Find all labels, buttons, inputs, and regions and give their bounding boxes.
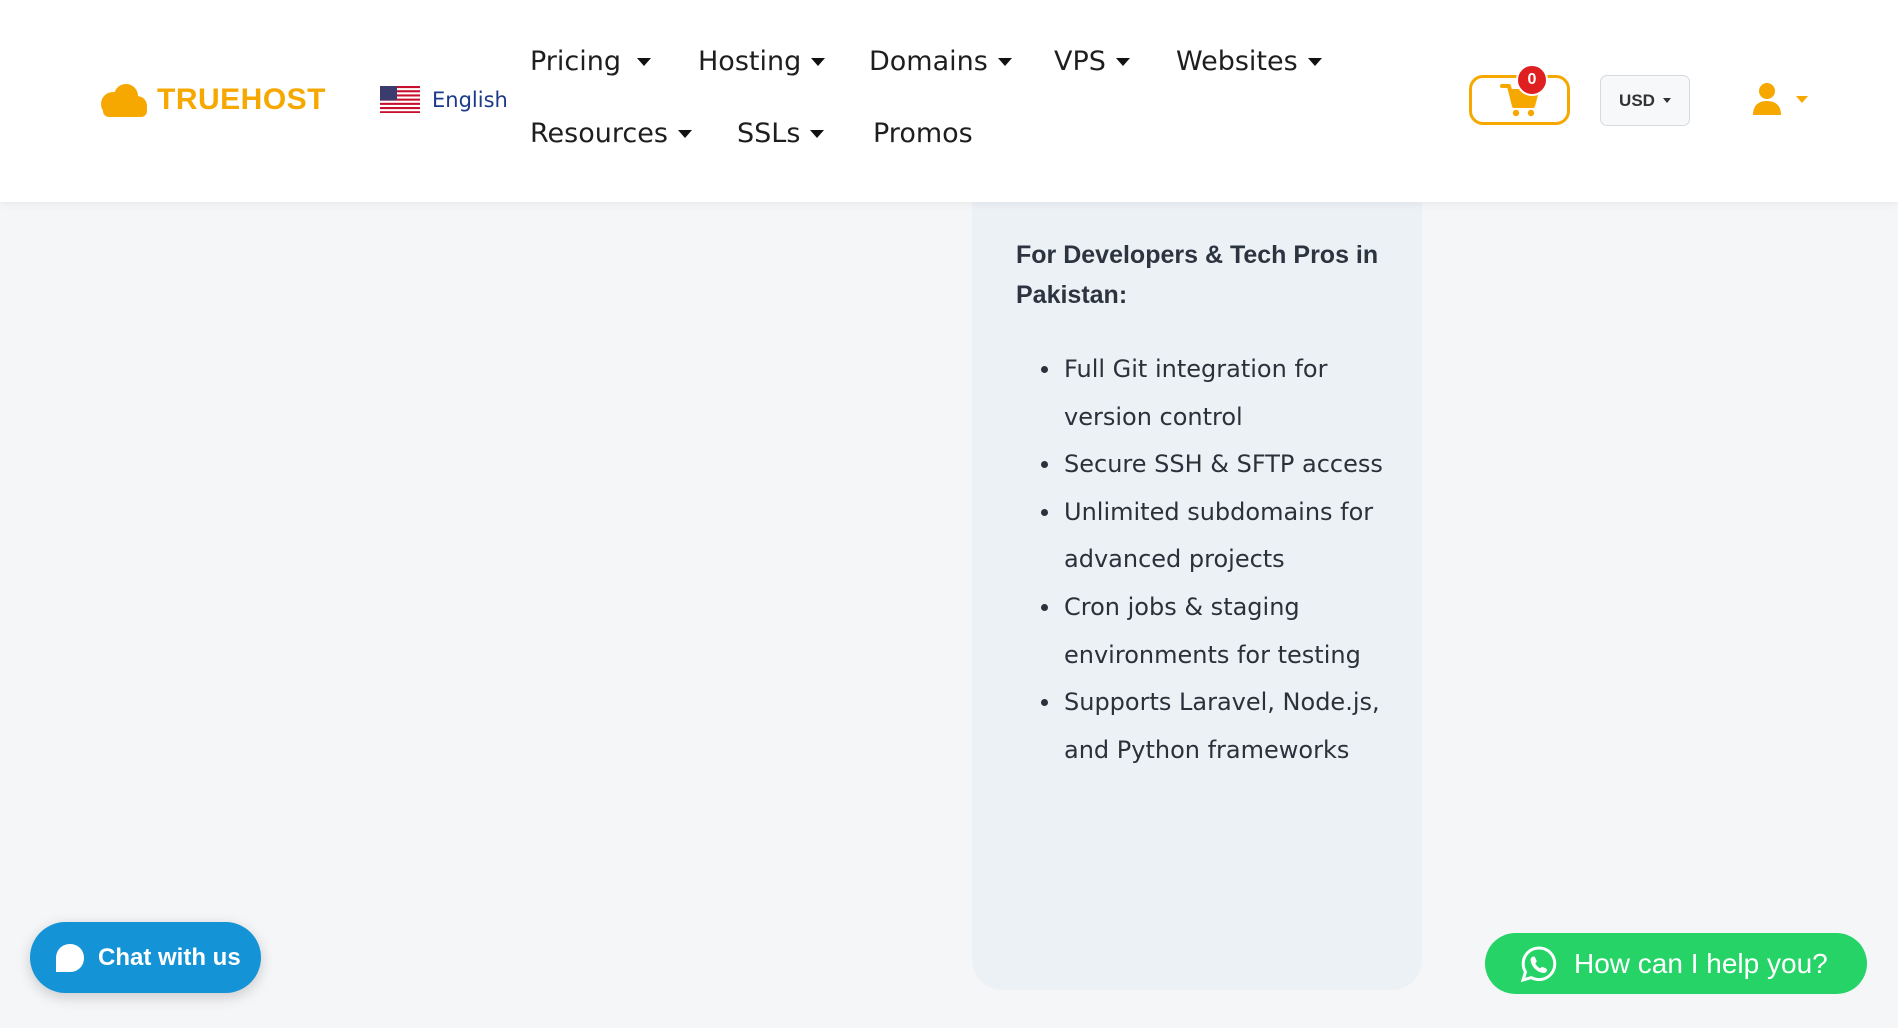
chevron-down-icon	[810, 129, 825, 138]
chevron-down-icon	[637, 57, 652, 66]
chat-with-us-button[interactable]: Chat with us	[30, 922, 261, 993]
list-item: Cron jobs & staging environments for tes…	[1041, 584, 1404, 679]
nav-domains-label: Domains	[869, 46, 988, 77]
whatsapp-button-label: How can I help you?	[1574, 947, 1828, 979]
us-flag-icon	[380, 86, 420, 113]
currency-label: USD	[1619, 90, 1655, 110]
list-item: Full Git integration for version control	[1041, 346, 1404, 441]
list-item: Secure SSH & SFTP access	[1041, 441, 1404, 489]
feature-card: For Developers & Tech Pros in Pakistan: …	[972, 170, 1422, 990]
nav-pricing-label: Pricing	[530, 46, 622, 77]
nav-vps[interactable]: VPS	[1054, 46, 1130, 77]
chevron-down-icon	[1662, 98, 1671, 103]
nav-pricing[interactable]: Pricing	[530, 46, 652, 77]
chevron-down-icon	[1307, 57, 1322, 66]
truehost-logo[interactable]: TRUEHOST	[95, 82, 326, 118]
nav-domains[interactable]: Domains	[869, 46, 1012, 77]
brand-name: TRUEHOST	[157, 83, 326, 116]
list-item: Unlimited subdomains for advanced projec…	[1041, 489, 1404, 584]
nav-promos-label: Promos	[873, 118, 973, 149]
nav-websites-label: Websites	[1176, 46, 1298, 77]
language-label: English	[432, 87, 508, 112]
nav-resources[interactable]: Resources	[530, 118, 692, 149]
nav-ssls-label: SSLs	[737, 118, 801, 149]
whatsapp-help-button[interactable]: How can I help you?	[1485, 933, 1867, 994]
whatsapp-icon	[1520, 945, 1557, 982]
chevron-down-icon	[1796, 95, 1808, 103]
chat-button-label: Chat with us	[98, 943, 241, 971]
cloud-logo-icon	[101, 84, 147, 117]
cart-count-badge: 0	[1516, 64, 1548, 96]
nav-hosting[interactable]: Hosting	[698, 46, 826, 77]
currency-selector[interactable]: USD	[1600, 75, 1690, 126]
chevron-down-icon	[997, 57, 1012, 66]
chevron-down-icon	[1115, 57, 1130, 66]
nav-promos[interactable]: Promos	[873, 118, 973, 149]
nav-hosting-label: Hosting	[698, 46, 802, 77]
nav-websites[interactable]: Websites	[1176, 46, 1322, 77]
user-icon	[1753, 83, 1781, 115]
feature-list: Full Git integration for version control…	[1041, 346, 1404, 774]
chevron-down-icon	[811, 57, 826, 66]
feature-card-heading: For Developers & Tech Pros in Pakistan:	[1016, 241, 1379, 309]
chat-bubble-icon	[56, 943, 84, 972]
account-menu[interactable]	[1752, 82, 1808, 116]
site-header: TRUEHOST English Pricing Hosting Domains…	[0, 0, 1898, 202]
chevron-down-icon	[677, 129, 692, 138]
cart-button[interactable]: 0	[1469, 64, 1570, 125]
nav-vps-label: VPS	[1054, 46, 1106, 77]
nav-resources-label: Resources	[530, 118, 668, 149]
language-selector[interactable]: English	[380, 86, 508, 113]
list-item: Supports Laravel, Node.js, and Python fr…	[1041, 679, 1404, 774]
nav-ssls[interactable]: SSLs	[737, 118, 825, 149]
